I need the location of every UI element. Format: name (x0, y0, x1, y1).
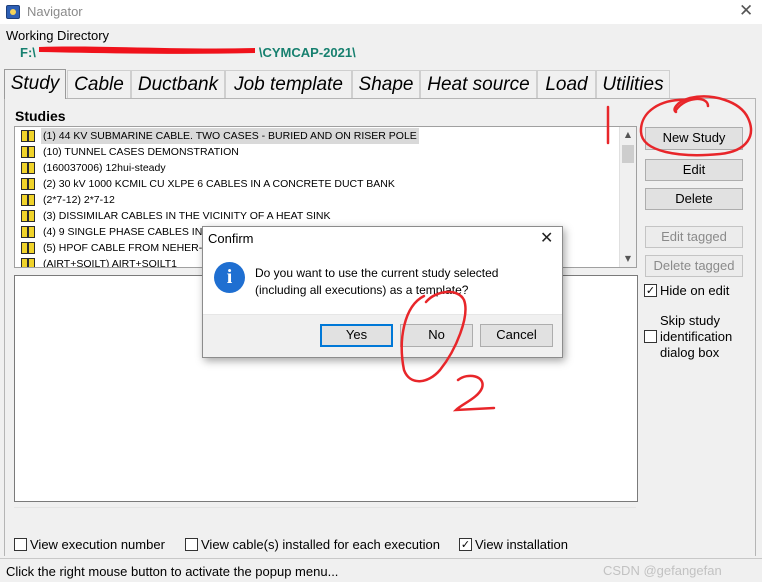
title-bar: Navigator ✕ (0, 0, 762, 24)
dialog-message-line1: Do you want to use the current study sel… (255, 266, 499, 280)
tab-cable[interactable]: Cable (67, 70, 131, 98)
checkbox-box (644, 330, 657, 343)
dialog-yes-button[interactable]: Yes (320, 324, 393, 347)
executions-scroll-strip (14, 507, 636, 529)
status-text: Click the right mouse button to activate… (6, 564, 339, 579)
checkmark-icon: ✓ (644, 284, 657, 297)
dialog-close-button[interactable]: ✕ (540, 228, 553, 247)
study-book-icon (21, 130, 35, 142)
tab-heat-source[interactable]: Heat source (420, 70, 537, 98)
tab-shape[interactable]: Shape (352, 70, 420, 98)
checkbox-box (14, 538, 27, 551)
path-suffix: \CYMCAP-2021\ (258, 45, 356, 60)
hide-on-edit-checkbox[interactable]: ✓ Hide on edit (644, 283, 729, 298)
study-book-icon (21, 242, 35, 254)
dialog-message-line2: (including all executions) as a template… (255, 283, 469, 297)
tab-ductbank[interactable]: Ductbank (131, 70, 225, 98)
study-list-item[interactable]: (3) DISSIMILAR CABLES IN THE VICINITY OF… (19, 208, 619, 224)
scroll-up-arrow-icon[interactable]: ▲ (620, 127, 636, 143)
study-book-icon (21, 258, 35, 267)
view-cables-checkbox[interactable]: View cable(s) installed for each executi… (185, 537, 440, 552)
studies-label: Studies (15, 108, 66, 124)
dialog-cancel-button[interactable]: Cancel (480, 324, 553, 347)
study-book-icon (21, 226, 35, 238)
study-book-icon (21, 178, 35, 190)
delete-tagged-button[interactable]: Delete tagged (645, 255, 743, 277)
redaction-mark (39, 46, 255, 54)
path-prefix: F:\ (20, 45, 36, 60)
dialog-message: Do you want to use the current study sel… (255, 265, 555, 299)
scroll-down-arrow-icon[interactable]: ▼ (620, 251, 636, 267)
app-icon (6, 5, 20, 19)
status-bar: Click the right mouse button to activate… (0, 558, 762, 582)
view-execution-number-checkbox[interactable]: View execution number (14, 537, 165, 552)
window-close-button[interactable]: ✕ (739, 2, 753, 20)
study-list-item[interactable]: (1) 44 KV SUBMARINE CABLE. TWO CASES - B… (19, 128, 619, 144)
scroll-thumb[interactable] (622, 145, 634, 163)
dialog-no-button[interactable]: No (400, 324, 473, 347)
watermark: CSDN @gefangefan (603, 563, 722, 578)
tab-job-template[interactable]: Job template (225, 70, 352, 98)
new-study-button[interactable]: New Study (645, 127, 743, 150)
study-book-icon (21, 146, 35, 158)
study-list-item[interactable]: (160037006) 12hui-steady (19, 160, 619, 176)
study-list-item[interactable]: (2*7-12) 2*7-12 (19, 192, 619, 208)
dialog-title: Confirm (208, 231, 254, 246)
checkmark-icon: ✓ (459, 538, 472, 551)
study-book-icon (21, 194, 35, 206)
checkbox-box (185, 538, 198, 551)
study-list-item[interactable]: (10) TUNNEL CASES DEMONSTRATION (19, 144, 619, 160)
confirm-dialog[interactable]: Confirm ✕ i Do you want to use the curre… (202, 226, 563, 358)
edit-button[interactable]: Edit (645, 159, 743, 181)
study-book-icon (21, 162, 35, 174)
info-icon: i (214, 262, 245, 293)
delete-button[interactable]: Delete (645, 188, 743, 210)
edit-tagged-button[interactable]: Edit tagged (645, 226, 743, 248)
tab-load[interactable]: Load (537, 70, 596, 98)
view-installation-checkbox[interactable]: ✓ View installation (459, 537, 568, 552)
studies-scrollbar[interactable]: ▲ ▼ (619, 127, 636, 267)
tab-study[interactable]: Study (4, 69, 66, 99)
window-title: Navigator (27, 4, 83, 19)
study-book-icon (21, 210, 35, 222)
tab-utilities[interactable]: Utilities (596, 70, 670, 98)
skip-study-checkbox[interactable]: Skip study identification dialog box (644, 313, 754, 361)
study-list-item[interactable]: (2) 30 kV 1000 KCMIL CU XLPE 6 CABLES IN… (19, 176, 619, 192)
